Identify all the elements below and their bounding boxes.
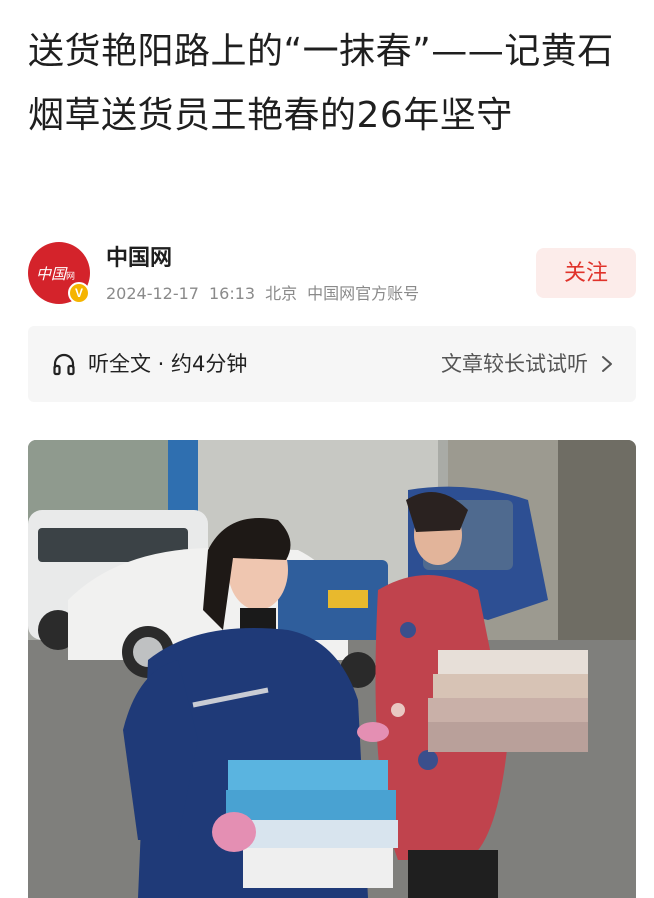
listen-bar[interactable]: 听全文 · 约4分钟 文章较长试试听 — [28, 326, 636, 402]
article-meta: 2024-12-17 16:13 北京 中国网官方账号 — [106, 280, 429, 304]
svg-text:网: 网 — [66, 271, 75, 282]
photo-scene — [28, 440, 636, 898]
verified-badge: V — [68, 282, 90, 304]
article-title: 送货艳阳路上的“一抹春”——记黄石烟草送货员王艳春的26年坚守 — [28, 31, 614, 136]
author-row: 中国 网 V 中国网 2024-12-17 16:13 北京 中国网官方账号 关注 — [28, 238, 636, 308]
avatar[interactable]: 中国 网 V — [28, 242, 90, 304]
author-name[interactable]: 中国网 — [106, 240, 172, 272]
publish-time: 16:13 — [208, 284, 256, 303]
listen-hint: 文章较长试试听 — [441, 352, 588, 376]
headphone-icon — [53, 353, 75, 376]
china-net-logo-icon: 中国 网 — [36, 265, 75, 283]
article-page: 送货艳阳路上的“一抹春”——记黄石烟草送货员王艳春的26年坚守 中国 网 V 中… — [0, 0, 654, 898]
follow-button[interactable]: 关注 — [536, 248, 636, 298]
chevron-right-icon — [602, 356, 612, 372]
publish-date: 2024-12-17 — [106, 284, 199, 303]
article-photo[interactable] — [28, 440, 636, 898]
publish-location: 北京 — [265, 284, 298, 303]
listen-label: 听全文 · 约4分钟 — [88, 352, 248, 376]
account-type: 中国网官方账号 — [307, 284, 420, 303]
svg-text:中国: 中国 — [36, 265, 68, 283]
